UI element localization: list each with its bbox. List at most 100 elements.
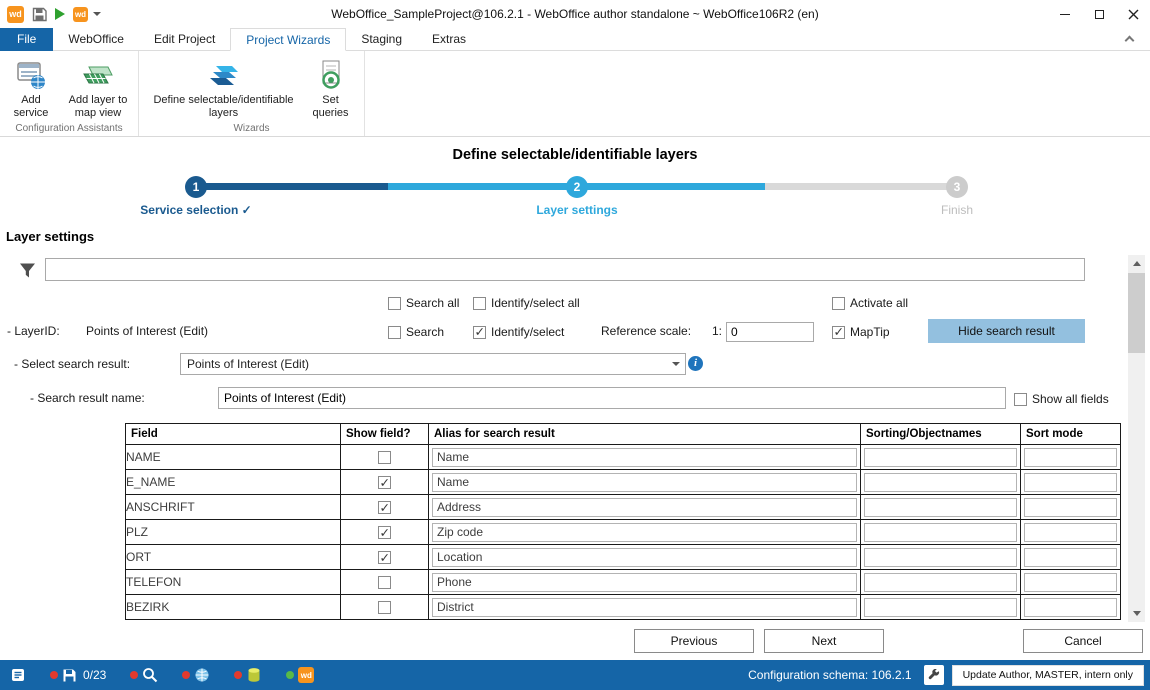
progress-segment-pending xyxy=(765,183,957,190)
previous-button[interactable]: Previous xyxy=(634,629,754,653)
maptip-checkbox[interactable]: MapTip xyxy=(832,324,890,340)
weboffice-status[interactable]: wd xyxy=(286,667,314,683)
application-window: wd wd WebOffice_SampleProject@106.2.1 - … xyxy=(0,0,1150,690)
show-field-checkbox[interactable] xyxy=(378,451,391,464)
show-field-checkbox[interactable] xyxy=(378,576,391,589)
alias-input[interactable]: Phone xyxy=(432,573,857,592)
show-all-fields-checkbox[interactable]: Show all fields xyxy=(1014,391,1109,407)
sortmode-input[interactable] xyxy=(1024,498,1117,517)
field-table-body: NAME Name E_NAME Name ANSCHRIFT Address … xyxy=(126,445,1121,620)
show-field-cell[interactable] xyxy=(341,445,429,470)
checkbox-box[interactable] xyxy=(832,326,845,339)
sorting-input[interactable] xyxy=(864,523,1017,542)
reference-scale-input[interactable] xyxy=(726,322,814,342)
scroll-down-button[interactable] xyxy=(1128,605,1145,622)
save-status[interactable]: 0/23 xyxy=(50,668,106,683)
identify-select-all-checkbox[interactable]: Identify/select all xyxy=(473,295,580,311)
add-layer-to-map-view-button[interactable]: Add layer to map view xyxy=(60,55,136,122)
triangle-down-icon xyxy=(1133,611,1141,616)
hide-search-result-button[interactable]: Hide search result xyxy=(928,319,1085,343)
checkbox-box[interactable] xyxy=(1014,393,1027,406)
sorting-input[interactable] xyxy=(864,573,1017,592)
magnifier-icon xyxy=(142,667,158,683)
alias-input[interactable]: District xyxy=(432,598,857,617)
tools-button[interactable] xyxy=(924,665,944,685)
step-2-circle[interactable]: 2 xyxy=(566,176,588,198)
tab-staging[interactable]: Staging xyxy=(346,28,417,51)
search-result-name-input[interactable] xyxy=(218,387,1006,409)
identify-select-checkbox[interactable]: Identify/select xyxy=(473,324,564,340)
sorting-input[interactable] xyxy=(864,598,1017,617)
show-field-cell[interactable] xyxy=(341,520,429,545)
vertical-scrollbar[interactable] xyxy=(1128,255,1145,622)
step-1-label[interactable]: Service selection ✓ xyxy=(140,203,251,217)
tab-extras[interactable]: Extras xyxy=(417,28,481,51)
show-field-checkbox[interactable] xyxy=(378,551,391,564)
progress-segment-active-right xyxy=(577,183,765,190)
checkbox-box[interactable] xyxy=(388,297,401,310)
close-button[interactable] xyxy=(1116,0,1150,28)
change-counter: 0/23 xyxy=(83,668,106,682)
search-status[interactable] xyxy=(130,667,158,683)
show-field-cell[interactable] xyxy=(341,470,429,495)
scrollbar-thumb[interactable] xyxy=(1128,273,1145,353)
sortmode-input[interactable] xyxy=(1024,598,1117,617)
table-row: NAME Name xyxy=(126,445,1121,470)
next-button[interactable]: Next xyxy=(764,629,884,653)
layer-filter-input[interactable] xyxy=(45,258,1085,281)
chevron-down-icon xyxy=(672,362,680,366)
sortmode-input[interactable] xyxy=(1024,573,1117,592)
dropdown-button[interactable] xyxy=(668,355,684,373)
step-1-circle[interactable]: 1 xyxy=(185,176,207,198)
sortmode-input[interactable] xyxy=(1024,523,1117,542)
show-field-checkbox[interactable] xyxy=(378,601,391,614)
checkbox-box[interactable] xyxy=(832,297,845,310)
sortmode-input[interactable] xyxy=(1024,548,1117,567)
sorting-input[interactable] xyxy=(864,498,1017,517)
show-field-checkbox[interactable] xyxy=(378,526,391,539)
show-field-cell[interactable] xyxy=(341,570,429,595)
col-header-sort-mode: Sort mode xyxy=(1021,424,1121,445)
sortmode-input[interactable] xyxy=(1024,473,1117,492)
tab-edit-project[interactable]: Edit Project xyxy=(139,28,230,51)
database-status[interactable] xyxy=(234,667,262,683)
show-field-cell[interactable] xyxy=(341,545,429,570)
sorting-input[interactable] xyxy=(864,473,1017,492)
search-all-checkbox[interactable]: Search all xyxy=(388,295,459,311)
sorting-input[interactable] xyxy=(864,448,1017,467)
ribbon-group-label: Wizards xyxy=(139,123,364,134)
checkbox-box[interactable] xyxy=(473,297,486,310)
tab-file[interactable]: File xyxy=(0,28,53,51)
notes-status[interactable] xyxy=(10,667,26,683)
alias-input[interactable]: Zip code xyxy=(432,523,857,542)
info-icon[interactable]: i xyxy=(688,356,703,371)
define-selectable-identifiable-layers-button[interactable]: Define selectable/identifiable layers xyxy=(145,55,303,122)
minimize-button[interactable] xyxy=(1048,0,1082,28)
activate-all-checkbox[interactable]: Activate all xyxy=(832,295,908,311)
alias-input[interactable]: Address xyxy=(432,498,857,517)
add-service-button[interactable]: Add service xyxy=(2,55,60,122)
search-result-dropdown[interactable]: Points of Interest (Edit) xyxy=(180,353,686,375)
checkbox-box[interactable] xyxy=(388,326,401,339)
update-author-button[interactable]: Update Author, MASTER, intern only xyxy=(952,665,1144,686)
show-field-cell[interactable] xyxy=(341,595,429,620)
checkbox-box[interactable] xyxy=(473,326,486,339)
set-queries-button[interactable]: Set queries xyxy=(303,55,359,122)
alias-input[interactable]: Location xyxy=(432,548,857,567)
tab-project-wizards[interactable]: Project Wizards xyxy=(230,28,346,51)
sorting-input[interactable] xyxy=(864,548,1017,567)
cancel-button[interactable]: Cancel xyxy=(1023,629,1143,653)
alias-input[interactable]: Name xyxy=(432,448,857,467)
show-field-checkbox[interactable] xyxy=(378,501,391,514)
collapse-ribbon-icon[interactable] xyxy=(1126,34,1138,46)
maximize-button[interactable] xyxy=(1082,0,1116,28)
show-field-cell[interactable] xyxy=(341,495,429,520)
tab-weboffice[interactable]: WebOffice xyxy=(53,28,139,51)
sortmode-input[interactable] xyxy=(1024,448,1117,467)
search-checkbox[interactable]: Search xyxy=(388,324,444,340)
service-status[interactable] xyxy=(182,667,210,683)
alias-input[interactable]: Name xyxy=(432,473,857,492)
field-name: TELEFON xyxy=(126,570,341,595)
scroll-up-button[interactable] xyxy=(1128,255,1145,272)
show-field-checkbox[interactable] xyxy=(378,476,391,489)
